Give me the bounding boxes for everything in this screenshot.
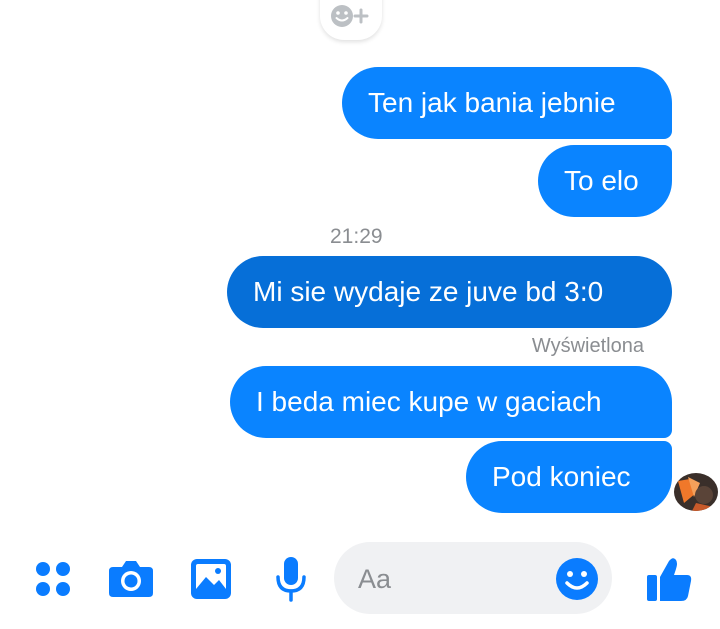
chat-screen: Ten jak bania jebnie To elo 21:29 Mi sie… bbox=[0, 0, 720, 629]
seen-avatar bbox=[674, 473, 718, 511]
gallery-button[interactable] bbox=[182, 550, 240, 608]
message-bubble[interactable]: To elo bbox=[538, 145, 672, 217]
thumbs-up-icon bbox=[647, 558, 692, 601]
message-text: To elo bbox=[564, 165, 639, 196]
camera-icon bbox=[109, 561, 153, 597]
message-bubble[interactable]: I beda miec kupe w gaciach bbox=[230, 366, 672, 438]
message-text: Pod koniec bbox=[492, 461, 631, 492]
message-text: Ten jak bania jebnie bbox=[368, 87, 616, 118]
message-bubble[interactable]: Mi sie wydaje ze juve bd 3:0 bbox=[227, 256, 672, 328]
emoji-icon bbox=[556, 558, 598, 600]
message-text: I beda miec kupe w gaciach bbox=[256, 386, 602, 417]
microphone-icon bbox=[276, 557, 306, 602]
apps-icon bbox=[36, 562, 70, 596]
add-reaction-icon bbox=[331, 5, 369, 27]
message-input-container[interactable] bbox=[334, 542, 612, 616]
message-timestamp: 21:29 bbox=[330, 225, 383, 248]
apps-button[interactable] bbox=[24, 550, 82, 608]
camera-button[interactable] bbox=[102, 550, 160, 608]
like-button[interactable] bbox=[640, 550, 698, 608]
seen-status: Wyświetlona bbox=[531, 335, 644, 357]
avatar-image bbox=[674, 473, 718, 511]
message-text: Mi sie wydaje ze juve bd 3:0 bbox=[253, 276, 604, 307]
message-bubble[interactable]: Ten jak bania jebnie bbox=[342, 67, 672, 139]
message-bubble[interactable]: Pod koniec bbox=[466, 441, 672, 513]
composer-bar bbox=[0, 530, 720, 629]
voice-message-button[interactable] bbox=[262, 550, 320, 608]
add-reaction-button[interactable] bbox=[320, 0, 382, 40]
emoji-button[interactable] bbox=[554, 556, 600, 602]
message-input[interactable] bbox=[356, 542, 550, 616]
gallery-icon bbox=[191, 559, 231, 599]
